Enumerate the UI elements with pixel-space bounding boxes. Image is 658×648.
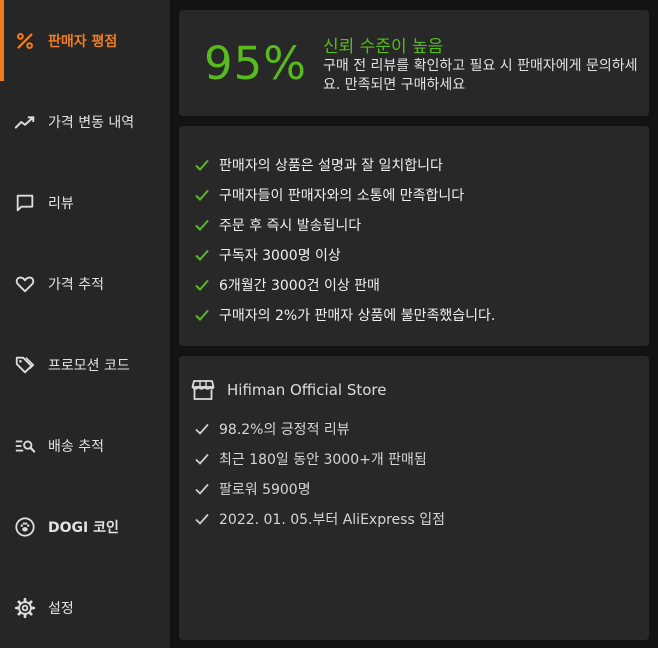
gear-icon (13, 596, 37, 620)
check-text: 판매자의 상품은 설명과 잘 일치합니다 (219, 158, 443, 174)
store-facts-list: 98.2%의 긍정적 리뷰 최근 180일 동안 3000+개 판매됨 팔로워 … (193, 414, 445, 534)
sidebar: 판매자 평점 가격 변동 내역 리뷰 가격 추적 프로모션 코드 배송 추적 D… (0, 0, 170, 648)
list-item: 판매자의 상품은 설명과 잘 일치합니다 (193, 150, 495, 180)
store-fact-text: 98.2%의 긍정적 리뷰 (219, 422, 350, 438)
sidebar-item-label: 설정 (48, 600, 74, 617)
check-text: 구독자 3000명 이상 (219, 248, 341, 264)
trend-line-icon (13, 110, 37, 134)
trust-score-card: 95% 신뢰 수준이 높음 구매 전 리뷰를 확인하고 필요 시 판매자에게 문… (179, 10, 649, 116)
seller-check-list: 판매자의 상품은 설명과 잘 일치합니다 구매자들이 판매자와의 소통에 만족합… (193, 150, 495, 330)
paw-coin-icon (13, 515, 37, 539)
sidebar-item-label: DOGI 코인 (48, 519, 119, 536)
check-icon (195, 309, 209, 321)
list-item: 구독자 3000명 이상 (193, 240, 495, 270)
check-text: 6개월간 3000건 이상 판매 (219, 278, 380, 294)
tags-icon (13, 353, 37, 377)
list-item: 98.2%의 긍정적 리뷰 (193, 414, 445, 444)
check-icon (195, 159, 209, 171)
check-icon (195, 219, 209, 231)
list-item: 주문 후 즉시 발송됩니다 (193, 210, 495, 240)
sidebar-item-label: 배송 추적 (48, 438, 104, 455)
list-item: 6개월간 3000건 이상 판매 (193, 270, 495, 300)
trust-score-value: 95% (204, 37, 308, 90)
percent-icon (13, 29, 37, 53)
check-icon (195, 189, 209, 201)
check-icon (195, 453, 209, 465)
sidebar-item-label: 리뷰 (48, 195, 74, 212)
check-icon (195, 279, 209, 291)
check-icon (195, 513, 209, 525)
store-header: Hifiman Official Store (191, 379, 386, 401)
seller-checks-card: 판매자의 상품은 설명과 잘 일치합니다 구매자들이 판매자와의 소통에 만족합… (179, 126, 649, 346)
check-icon (195, 483, 209, 495)
sidebar-item-label: 가격 추적 (48, 276, 104, 293)
list-item: 팔로워 5900명 (193, 474, 445, 504)
check-icon (195, 249, 209, 261)
trust-level-title: 신뢰 수준이 높음 (323, 37, 444, 57)
sidebar-item-price-history[interactable]: 가격 변동 내역 (0, 81, 170, 162)
sidebar-item-seller-rating[interactable]: 판매자 평점 (0, 0, 170, 81)
sidebar-item-label: 가격 변동 내역 (48, 114, 135, 131)
check-text: 구매자의 2%가 판매자 상품에 불만족했습니다. (219, 308, 496, 324)
check-icon (195, 423, 209, 435)
trust-level-description: 구매 전 리뷰를 확인하고 필요 시 판매자에게 문의하세요. 만족되면 구매하… (323, 58, 638, 93)
sidebar-item-label: 프로모션 코드 (48, 357, 130, 374)
list-item: 2022. 01. 05.부터 AliExpress 입점 (193, 504, 445, 534)
sidebar-item-reviews[interactable]: 리뷰 (0, 162, 170, 243)
storefront-icon (191, 380, 215, 400)
sidebar-item-price-tracking[interactable]: 가격 추적 (0, 243, 170, 324)
sidebar-item-shipping-tracking[interactable]: 배송 추적 (0, 405, 170, 486)
chat-bubble-icon (13, 191, 37, 215)
store-fact-text: 팔로워 5900명 (219, 482, 311, 498)
store-info-card: Hifiman Official Store 98.2%의 긍정적 리뷰 최근 … (179, 356, 649, 640)
sidebar-item-label: 판매자 평점 (48, 33, 118, 50)
heart-icon (13, 272, 37, 296)
store-fact-text: 2022. 01. 05.부터 AliExpress 입점 (219, 512, 445, 528)
store-name[interactable]: Hifiman Official Store (227, 381, 386, 399)
check-text: 구매자들이 판매자와의 소통에 만족합니다 (219, 188, 465, 204)
sidebar-item-promo-codes[interactable]: 프로모션 코드 (0, 324, 170, 405)
list-item: 구매자의 2%가 판매자 상품에 불만족했습니다. (193, 300, 495, 330)
sidebar-item-dogi-coin[interactable]: DOGI 코인 (0, 486, 170, 567)
list-item: 구매자들이 판매자와의 소통에 만족합니다 (193, 180, 495, 210)
list-item: 최근 180일 동안 3000+개 판매됨 (193, 444, 445, 474)
check-text: 주문 후 즉시 발송됩니다 (219, 218, 362, 234)
store-fact-text: 최근 180일 동안 3000+개 판매됨 (219, 452, 427, 468)
sidebar-item-settings[interactable]: 설정 (0, 567, 170, 648)
list-search-icon (13, 434, 37, 458)
